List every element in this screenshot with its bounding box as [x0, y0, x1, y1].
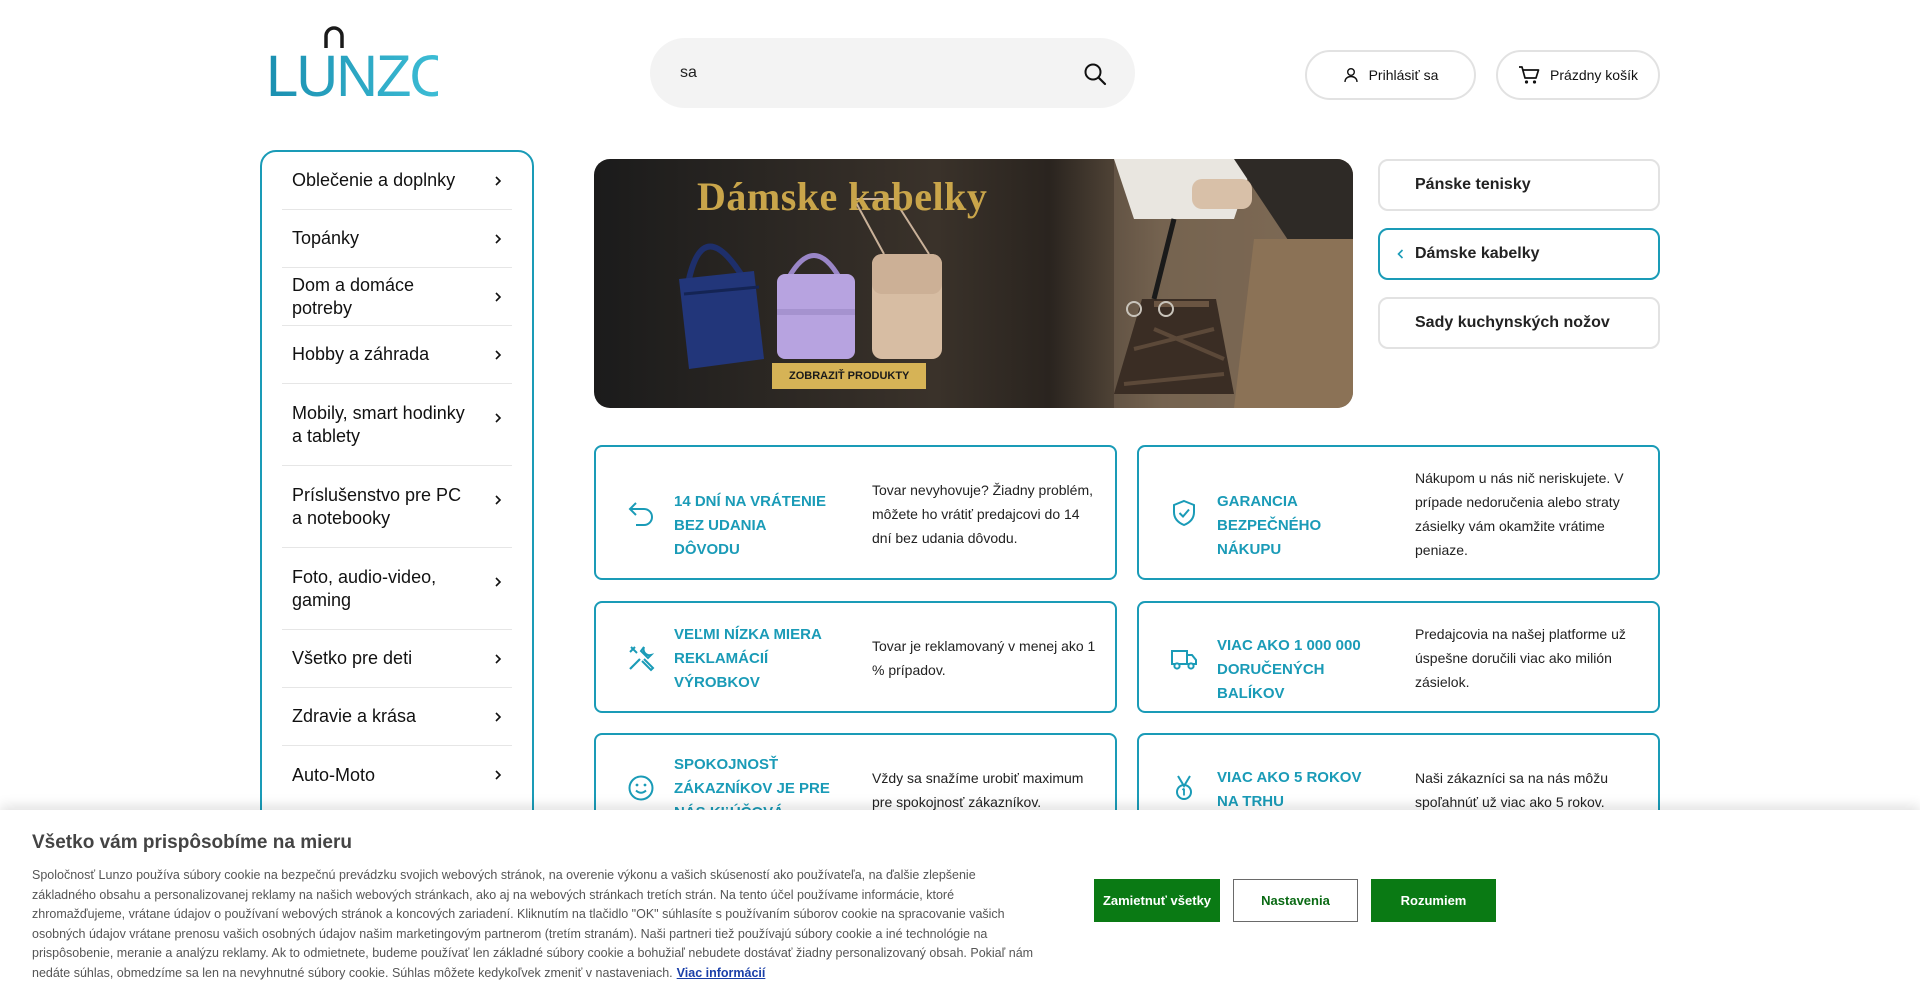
cookie-more-info-link[interactable]: Viac informácií: [677, 966, 766, 980]
sidebar-item-pc-accessories[interactable]: Príslušenstvo pre PC a notebooky: [282, 466, 512, 548]
logo[interactable]: LUNZO: [266, 26, 455, 109]
sidebar-item-home[interactable]: Dom a domáce potreby: [282, 268, 512, 326]
benefit-text: Predajcovia na našej platforme už úspešn…: [1415, 626, 1626, 690]
sidebar-item-label: Oblečenie a doplnky: [292, 170, 456, 190]
chevron-right-icon: [495, 291, 502, 302]
benefit-card-secure: GARANCIA BEZPEČNÉHO NÁKUPU Nákupom u nás…: [1137, 445, 1660, 580]
quick-link-label: Sady kuchynských nožov: [1415, 314, 1610, 331]
truck-icon: [1171, 650, 1197, 670]
benefit-title: VEĽMI NÍZKA MIERA REKLAMÁCIÍ VÝROBKOV: [674, 626, 822, 691]
sidebar-item-kids[interactable]: Všetko pre deti: [282, 630, 512, 688]
benefit-text: Tovar nevyhovuje? Žiadny problém, môžete…: [872, 482, 1094, 546]
promo-banner[interactable]: Dámske kabelky ZOBRAZIŤ PRODUKTY: [594, 159, 1353, 408]
chevron-right-icon: [495, 711, 502, 722]
cookie-body-text: Spoločnosť Lunzo používa súbory cookie n…: [32, 868, 1034, 980]
login-label: Prihlásiť sa: [1368, 67, 1439, 83]
benefit-text: Nákupom u nás nič neriskujete. V prípade…: [1415, 470, 1624, 558]
smile-icon: [628, 775, 654, 801]
lunzo-logo-icon: LUNZO: [266, 26, 455, 109]
site-header: LUNZO Prihlásiť sa Prázdny košík: [0, 0, 1920, 150]
benefit-title: GARANCIA BEZPEČNÉHO NÁKUPU: [1217, 493, 1322, 558]
benefit-text: Tovar je reklamovaný v menej ako 1 % prí…: [872, 638, 1096, 678]
chevron-right-icon: [495, 413, 502, 423]
benefit-text: Naši zákazníci sa na nás môžu spoľahnúť …: [1415, 770, 1608, 810]
benefit-card-deliveries: VIAC AKO 1 000 000 DORUČENÝCH BALÍKOV Pr…: [1137, 601, 1660, 713]
tools-icon: [629, 646, 655, 672]
cart-icon: [1519, 66, 1540, 84]
cookie-title: Všetko vám prispôsobíme na mieru: [32, 832, 352, 853]
sidebar-item-label: Dom a domáce potreby: [292, 274, 415, 318]
cookie-accept-button[interactable]: Rozumiem: [1371, 879, 1496, 922]
sidebar-item-photo-audio[interactable]: Foto, audio-video, gaming: [282, 548, 512, 630]
sidebar-item-label: Topánky: [292, 228, 360, 248]
login-button[interactable]: Prihlásiť sa: [1305, 50, 1476, 100]
sidebar-item-label: Mobily, smart hodinky a tablety: [292, 402, 465, 446]
chevron-right-icon: [495, 349, 502, 360]
search-icon[interactable]: [1083, 62, 1107, 86]
quick-link-label: Pánske tenisky: [1415, 176, 1531, 193]
cart-button[interactable]: Prázdny košík: [1496, 50, 1660, 100]
sidebar-item-label: Foto, audio-video, gaming: [292, 566, 437, 610]
quick-link-mens-sneakers[interactable]: Pánske tenisky: [1378, 159, 1660, 211]
quick-link-knife-sets[interactable]: Sady kuchynských nožov: [1378, 297, 1660, 349]
sidebar-item-label: Všetko pre deti: [292, 648, 413, 668]
quick-link-label: Dámske kabelky: [1415, 245, 1540, 262]
benefit-title: 14 DNÍ NA VRÁTENIE BEZ UDANIA DÔVODU: [674, 493, 826, 558]
chevron-right-icon: [495, 175, 502, 186]
benefit-card-returns: 14 DNÍ NA VRÁTENIE BEZ UDANIA DÔVODU Tov…: [594, 445, 1117, 580]
category-sidebar: Oblečenie a doplnky Topánky Dom a domáce…: [260, 150, 534, 850]
chevron-right-icon: [495, 233, 502, 244]
sidebar-item-shoes[interactable]: Topánky: [282, 210, 512, 268]
sidebar-item-label: Zdravie a krása: [292, 706, 417, 726]
return-arrow-icon: [628, 502, 653, 526]
sidebar-item-clothing[interactable]: Oblečenie a doplnky: [282, 152, 512, 210]
benefit-title: VIAC AKO 5 ROKOV NA TRHU: [1217, 769, 1362, 810]
cookie-consent-bar: Všetko vám prispôsobíme na mieru Spoločn…: [0, 810, 1920, 993]
quick-link-handbags[interactable]: Dámske kabelky: [1378, 228, 1660, 280]
user-icon: [1343, 68, 1358, 83]
medal-icon: [1176, 775, 1192, 800]
sidebar-item-hobby[interactable]: Hobby a záhrada: [282, 326, 512, 384]
benefit-title: VIAC AKO 1 000 000 DORUČENÝCH BALÍKOV: [1217, 637, 1361, 702]
sidebar-item-mobiles[interactable]: Mobily, smart hodinky a tablety: [282, 384, 512, 466]
cookie-settings-button[interactable]: Nastavenia: [1233, 879, 1358, 922]
cookie-text: Spoločnosť Lunzo používa súbory cookie n…: [32, 866, 1042, 983]
sidebar-item-health[interactable]: Zdravie a krása: [282, 688, 512, 746]
shield-check-icon: [1173, 499, 1195, 527]
chevron-right-icon: [495, 577, 502, 587]
chevron-right-icon: [495, 770, 502, 780]
search-bar: [650, 38, 1135, 108]
sidebar-item-auto-moto[interactable]: Auto-Moto: [282, 746, 512, 804]
banner-cta-button[interactable]: ZOBRAZIŤ PRODUKTY: [772, 363, 927, 389]
logo-text: LUNZO: [266, 44, 438, 100]
chevron-right-icon: [495, 495, 502, 505]
sidebar-item-label: Auto-Moto: [292, 764, 376, 785]
chevron-right-icon: [495, 653, 502, 664]
benefit-card-low-complaints: VEĽMI NÍZKA MIERA REKLAMÁCIÍ VÝROBKOV To…: [594, 601, 1117, 713]
sidebar-item-label: Príslušenstvo pre PC a notebooky: [292, 484, 462, 528]
search-input[interactable]: [680, 38, 1060, 108]
chevron-left-icon: [1397, 249, 1404, 259]
benefit-text: Vždy sa snažíme urobiť maximum pre spoko…: [872, 770, 1084, 810]
cookie-reject-all-button[interactable]: Zamietnuť všetky: [1094, 879, 1220, 922]
cart-label: Prázdny košík: [1550, 67, 1638, 83]
sidebar-item-label: Hobby a záhrada: [292, 344, 430, 364]
banner-title: Dámske kabelky: [697, 174, 988, 219]
